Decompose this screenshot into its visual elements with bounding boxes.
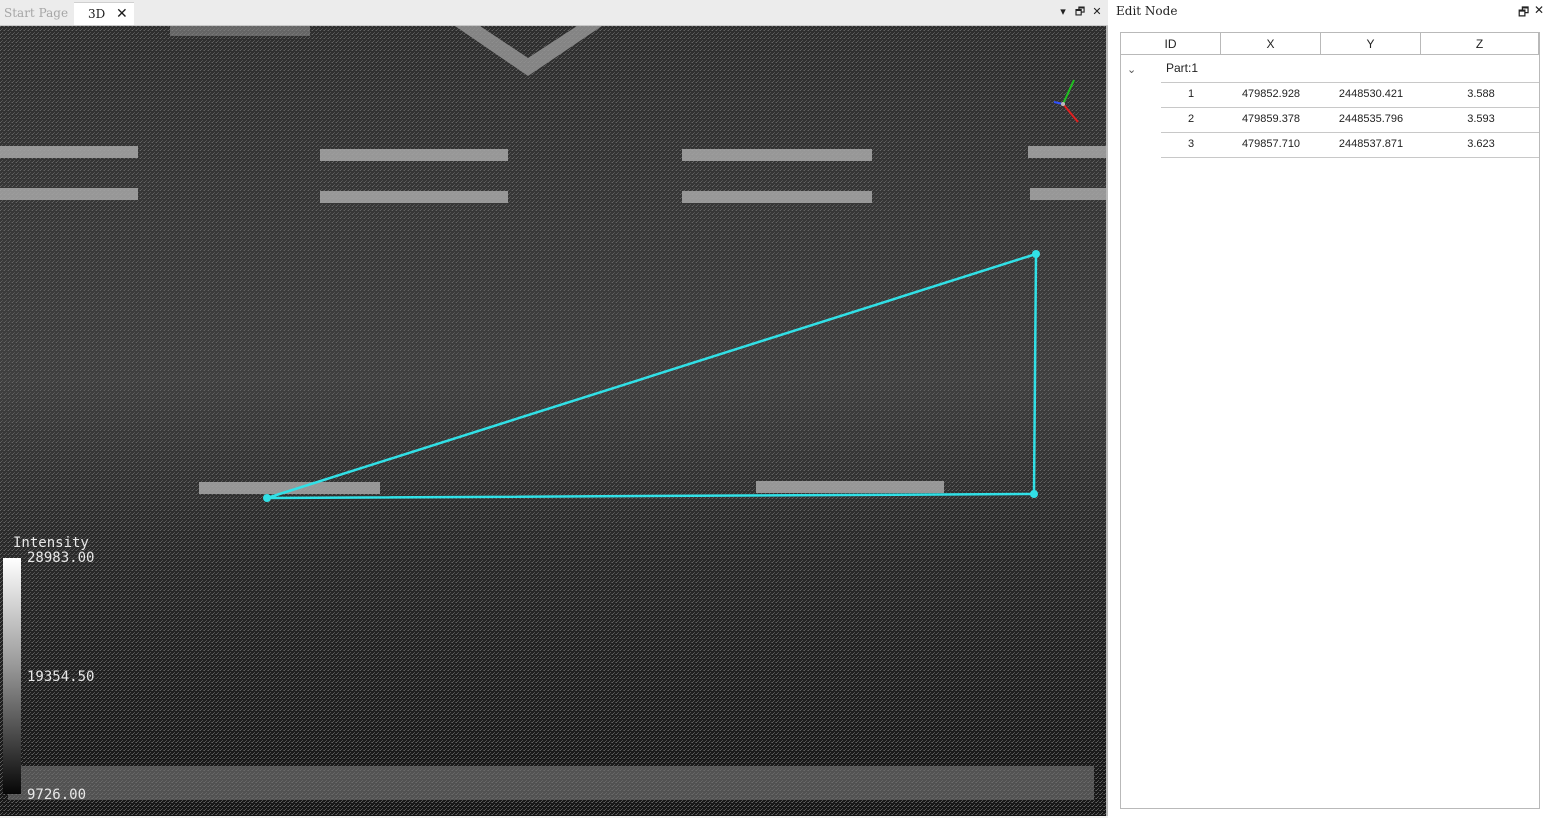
tab-bar: Start Page 3D ✕ ▾ 🗗 ✕: [0, 0, 1108, 26]
expand-caret-icon[interactable]: ⌄: [1127, 63, 1136, 76]
colorbar-mid-label: 19354.50: [27, 669, 95, 685]
colorbar-title: Intensity: [13, 535, 89, 551]
table-row[interactable]: 2 479859.378 2448535.796 3.593: [1161, 107, 1539, 132]
cell-id: 1: [1187, 88, 1195, 100]
pane-dropdown-icon[interactable]: ▾: [1056, 4, 1070, 20]
cell-id: 3: [1187, 138, 1195, 150]
colorbar-min-label: 9726.00: [27, 787, 87, 803]
panel-title: Edit Node: [1116, 4, 1178, 18]
pane-close-icon[interactable]: ✕: [1090, 4, 1104, 20]
panel-close-icon[interactable]: ✕: [1534, 3, 1544, 17]
column-header-id[interactable]: ID: [1121, 33, 1221, 55]
colorbar-max-label: 28983.00: [27, 550, 95, 566]
node-1: [263, 494, 271, 502]
table-row[interactable]: 3 479857.710 2448537.871 3.623: [1161, 132, 1539, 158]
node-2: [1032, 250, 1040, 258]
tab-3d-label: 3D: [88, 7, 106, 21]
cell-x: 479857.710: [1241, 138, 1301, 150]
node-table: ID X Y Z ⌄ Part:1 1 479852.928 2448530.4…: [1120, 32, 1540, 809]
cell-x: 479859.378: [1241, 113, 1301, 125]
column-header-x[interactable]: X: [1221, 33, 1321, 55]
point-cloud-viewport[interactable]: Intensity 28983.00 19354.50 9726.00: [0, 26, 1106, 816]
document-pane: Start Page 3D ✕ ▾ 🗗 ✕ Intensity 28983.00…: [0, 0, 1108, 818]
edit-node-panel: Edit Node 🗗 ✕ ID X Y Z ⌄ Part:1 1 479852…: [1108, 0, 1544, 818]
node-3: [1030, 490, 1038, 498]
cell-y: 2448535.796: [1338, 113, 1404, 125]
cell-y: 2448530.421: [1338, 88, 1404, 100]
group-label: Part:1: [1166, 61, 1199, 75]
cell-z: 3.593: [1467, 113, 1495, 125]
cell-z: 3.588: [1467, 88, 1495, 100]
column-header-y[interactable]: Y: [1321, 33, 1421, 55]
cell-id: 2: [1187, 113, 1195, 125]
pane-restore-icon[interactable]: 🗗: [1073, 4, 1087, 20]
tab-close-icon[interactable]: ✕: [116, 3, 128, 25]
table-row[interactable]: 1 479852.928 2448530.421 3.588: [1161, 82, 1539, 107]
tab-start-page[interactable]: Start Page: [4, 2, 68, 24]
tab-3d[interactable]: 3D ✕: [74, 2, 134, 25]
cell-z: 3.623: [1467, 138, 1495, 150]
column-header-z[interactable]: Z: [1421, 33, 1539, 55]
intensity-colorbar: [3, 558, 21, 794]
cell-x: 479852.928: [1241, 88, 1301, 100]
group-row-part[interactable]: ⌄ Part:1: [1121, 57, 1539, 81]
panel-restore-icon[interactable]: 🗗: [1518, 3, 1529, 24]
cell-y: 2448537.871: [1338, 138, 1404, 150]
